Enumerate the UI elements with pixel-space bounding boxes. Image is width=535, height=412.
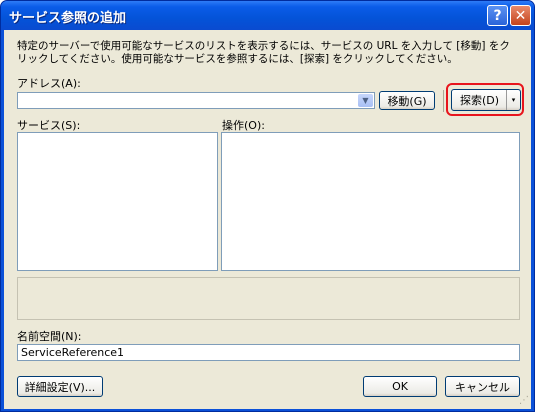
- services-label: サービス(S):: [17, 119, 81, 132]
- cancel-button-label: キャンセル: [455, 380, 510, 394]
- resize-grip-icon[interactable]: ⋰: [517, 395, 529, 407]
- status-panel: [17, 277, 520, 320]
- address-dropdown-button[interactable]: ▼: [358, 94, 373, 107]
- services-list[interactable]: [17, 132, 218, 271]
- chevron-down-icon: ▼: [362, 96, 369, 105]
- address-combobox[interactable]: ▼: [17, 92, 375, 109]
- go-button-label: 移動(G): [387, 94, 427, 108]
- namespace-input[interactable]: ServiceReference1: [17, 344, 520, 361]
- help-icon: ?: [493, 7, 502, 24]
- instructions-text: 特定のサーバーで使用可能なサービスのリストを表示するには、サービスの URL を…: [17, 40, 510, 65]
- dialog-body: 特定のサーバーで使用可能なサービスのリストを表示するには、サービスの URL を…: [4, 30, 531, 409]
- discover-highlight-annotation: [446, 83, 524, 116]
- go-button[interactable]: 移動(G): [379, 91, 435, 110]
- close-button[interactable]: ✕: [510, 5, 531, 26]
- window-title: サービス参照の追加: [9, 11, 127, 26]
- cancel-button[interactable]: キャンセル: [445, 376, 520, 397]
- title-bar[interactable]: サービス参照の追加 ? ✕: [1, 1, 534, 30]
- toolbar-separator: [443, 90, 444, 112]
- namespace-label: 名前空間(N):: [17, 330, 82, 343]
- operations-label: 操作(O):: [222, 119, 265, 132]
- add-service-reference-dialog: サービス参照の追加 ? ✕ 特定のサーバーで使用可能なサービスのリストを表示する…: [0, 0, 535, 412]
- ok-button-label: OK: [392, 380, 408, 393]
- advanced-button-label: 詳細設定(V)...: [24, 380, 96, 394]
- help-button[interactable]: ?: [487, 5, 508, 26]
- advanced-button[interactable]: 詳細設定(V)...: [17, 376, 103, 397]
- operations-list[interactable]: [221, 132, 520, 271]
- address-label: アドレス(A):: [17, 77, 81, 90]
- ok-button[interactable]: OK: [363, 376, 437, 397]
- close-icon: ✕: [514, 7, 527, 24]
